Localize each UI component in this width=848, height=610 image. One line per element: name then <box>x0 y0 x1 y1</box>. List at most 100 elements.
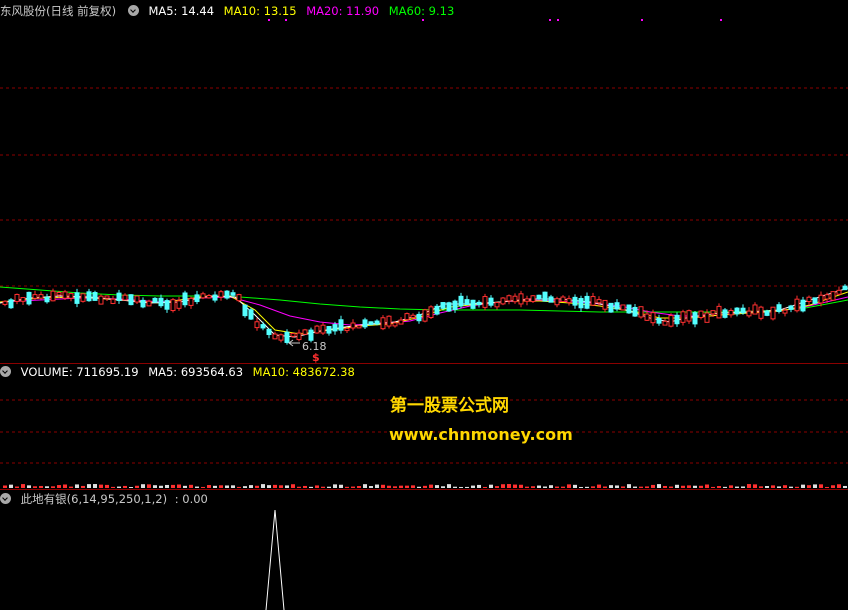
candle-body <box>128 294 134 306</box>
volume-bar <box>333 484 337 488</box>
candle-body <box>482 296 488 308</box>
candle-body <box>278 334 284 341</box>
volume-bar <box>93 484 97 488</box>
volume-bar <box>297 486 301 488</box>
candle-body <box>146 300 152 307</box>
candle-body <box>386 315 392 327</box>
candle-body <box>818 294 824 304</box>
candle-body <box>512 295 518 303</box>
signal-mark: $ <box>312 351 320 364</box>
volume-bar <box>645 486 649 488</box>
volume-bar <box>789 486 793 488</box>
volume-bar <box>207 485 211 488</box>
candle-body <box>302 329 308 335</box>
candle-body <box>788 305 794 310</box>
volume-bar <box>111 486 115 488</box>
candle-body <box>50 290 56 302</box>
candle-body <box>110 298 116 304</box>
volume-bar <box>27 485 31 488</box>
volume-bar <box>171 484 175 488</box>
volume-bar <box>459 486 463 488</box>
candle-body <box>602 299 608 310</box>
candle-body <box>596 299 602 304</box>
candle-body <box>464 299 470 306</box>
candle-body <box>14 293 20 302</box>
volume-bar <box>825 486 829 488</box>
volume-bar <box>51 486 55 488</box>
candle-body <box>266 328 272 336</box>
candle-body <box>2 300 8 305</box>
candle-body <box>8 299 14 309</box>
candle-body <box>668 315 674 327</box>
candle-body <box>770 306 776 320</box>
candle-body <box>272 333 278 340</box>
volume-bar <box>579 486 583 488</box>
volume-bar <box>237 486 241 488</box>
volume-bar <box>63 484 67 488</box>
volume-bar <box>687 485 691 488</box>
volume-bar <box>177 484 181 488</box>
candle-body <box>86 291 92 302</box>
candle-body <box>116 292 122 302</box>
candle-body <box>248 309 254 320</box>
candle-body <box>452 300 458 311</box>
candle-body <box>584 295 590 309</box>
volume-bar <box>129 486 133 488</box>
volume-bar <box>303 485 307 488</box>
volume-bar <box>195 486 199 488</box>
volume-ma5-label: MA5: 693564.63 <box>148 365 244 379</box>
volume-bar <box>819 484 823 488</box>
chevron-down-icon[interactable] <box>0 366 11 377</box>
volume-bar <box>117 486 121 488</box>
volume-bar <box>651 484 655 488</box>
candle-body <box>722 309 728 318</box>
candle-body <box>680 311 686 323</box>
candle-body <box>572 296 578 306</box>
candle-body <box>332 324 338 332</box>
volume-bar <box>69 486 73 488</box>
candle-body <box>68 293 74 299</box>
volume-bar <box>591 486 595 488</box>
volume-bar <box>771 485 775 488</box>
candle-body <box>500 297 506 305</box>
volume-bar <box>609 485 613 488</box>
candle-body <box>794 298 800 312</box>
candle-body <box>506 295 512 302</box>
candle-body <box>800 299 806 312</box>
candle-body <box>404 313 410 321</box>
volume-bar <box>711 486 715 488</box>
main-grid <box>0 87 848 287</box>
candle-body <box>458 295 464 307</box>
volume-bar <box>465 486 469 488</box>
volume-bar <box>555 486 559 488</box>
candle-body <box>614 302 620 310</box>
volume-bar <box>573 484 577 488</box>
volume-bar <box>597 484 601 488</box>
candle-body <box>398 319 404 325</box>
volume-bar <box>633 486 637 488</box>
candle-body <box>56 292 62 296</box>
candle-body <box>158 297 164 307</box>
volume-bar <box>837 484 841 488</box>
volume-bar <box>741 486 745 488</box>
candle-body <box>284 331 290 343</box>
candle-body <box>134 295 140 303</box>
candle-body <box>746 310 752 317</box>
volume-bar <box>699 485 703 488</box>
candle-body <box>620 304 626 311</box>
chart-canvas[interactable]: 6.18 $ <box>0 0 848 610</box>
candle-body <box>140 299 146 308</box>
chevron-down-icon[interactable] <box>0 493 11 504</box>
candle-body <box>536 294 542 300</box>
candle-body <box>242 304 248 317</box>
candle-body <box>308 329 314 341</box>
volume-bar <box>201 486 205 488</box>
volume-bar <box>381 484 385 488</box>
volume-bar <box>471 485 475 488</box>
volume-bar <box>15 486 19 488</box>
volume-bar <box>507 484 511 488</box>
candle-body <box>662 320 668 326</box>
volume-bar <box>657 484 661 488</box>
volume-bar <box>585 486 589 488</box>
volume-bar <box>843 485 847 488</box>
